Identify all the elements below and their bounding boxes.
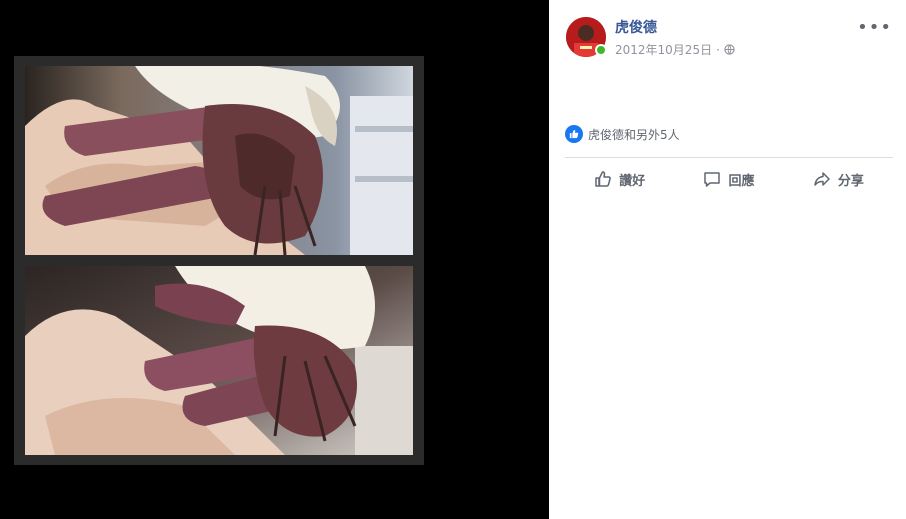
comment-button[interactable]: 回應	[674, 164, 783, 194]
globe-icon[interactable]	[724, 44, 735, 55]
online-status-dot	[595, 44, 607, 56]
share-arrow-icon	[814, 172, 830, 186]
share-button[interactable]: 分享	[784, 164, 893, 194]
like-reaction-icon	[565, 125, 583, 143]
thumbs-up-icon	[595, 171, 612, 187]
post-actions: 讚好 回應 分享	[565, 164, 893, 194]
post-date[interactable]: 2012年10月25日	[615, 41, 712, 58]
post-info-panel: 虎俊德 2012年10月25日 · ••• 虎俊德和另外5人 讚好 回應 分享	[549, 0, 906, 519]
photo-viewer[interactable]	[0, 0, 549, 519]
like-button[interactable]: 讚好	[565, 164, 674, 194]
photo-collage[interactable]	[14, 56, 424, 465]
reactions-text[interactable]: 虎俊德和另外5人	[588, 126, 680, 143]
like-label: 讚好	[619, 173, 646, 189]
divider	[565, 157, 893, 158]
meta-separator: ·	[716, 42, 720, 57]
share-label: 分享	[837, 173, 864, 189]
speech-bubble-icon	[704, 172, 721, 187]
comment-label: 回應	[728, 173, 755, 189]
post-author-name[interactable]: 虎俊德	[615, 17, 657, 37]
photo-bottom-hermit-crab	[25, 266, 413, 455]
more-options-icon[interactable]: •••	[857, 17, 892, 38]
reaction-summary[interactable]: 虎俊德和另外5人	[565, 125, 680, 143]
photo-top-hermit-crab	[25, 66, 413, 255]
post-meta: 2012年10月25日 ·	[615, 41, 735, 58]
